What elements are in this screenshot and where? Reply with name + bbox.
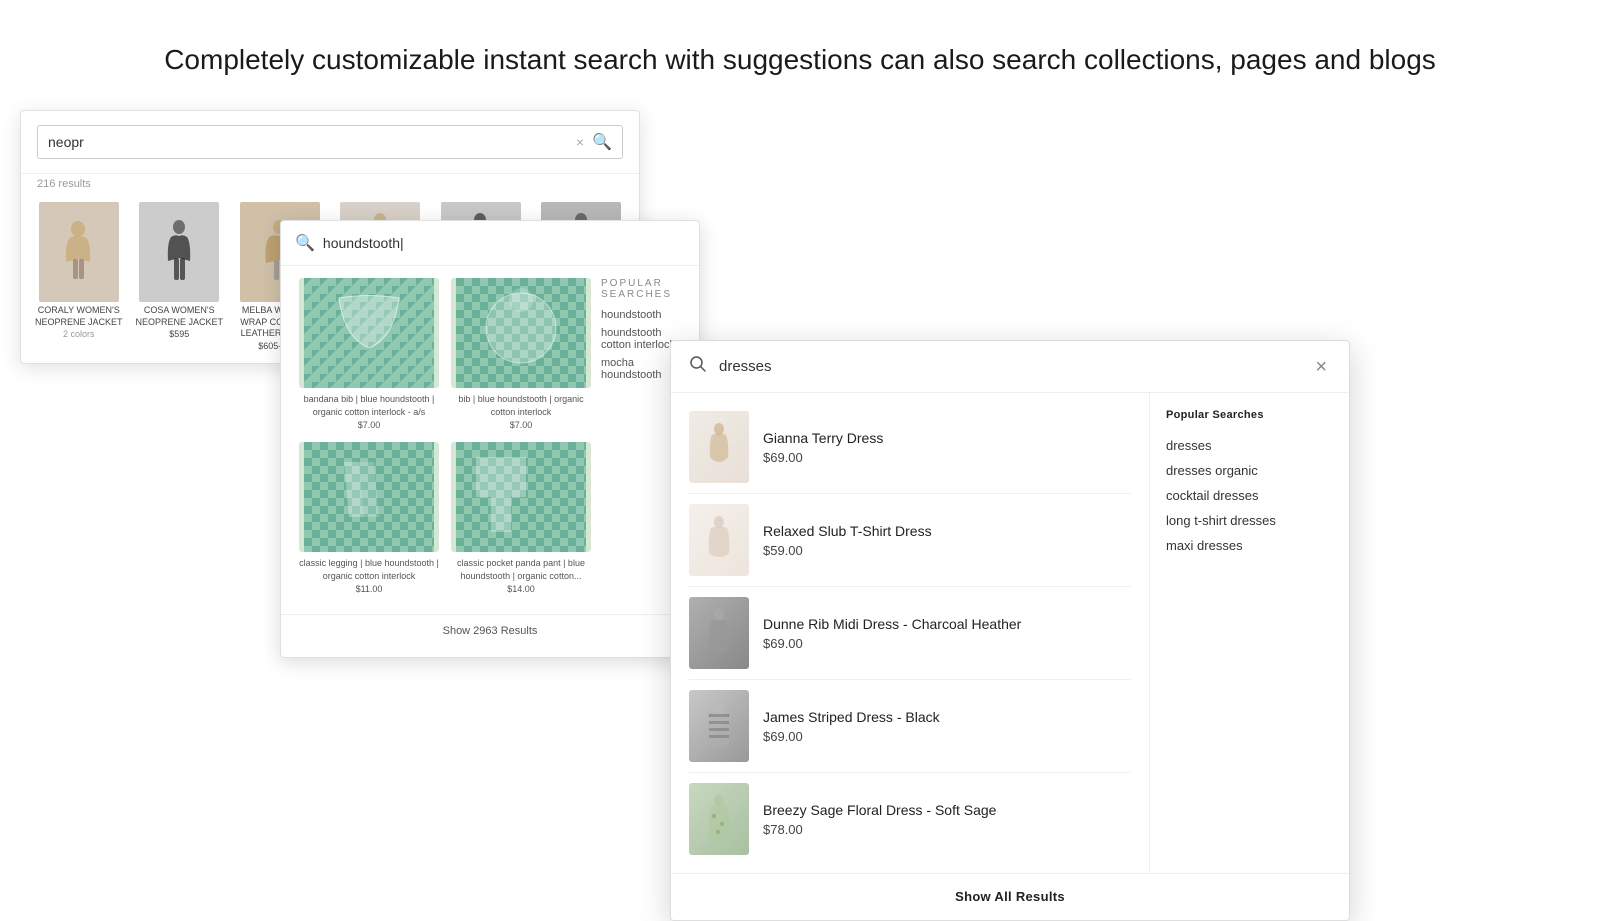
product-price: $69.00 <box>763 729 1131 744</box>
search-icon-bg1: 🔍 <box>592 132 612 152</box>
product-price: $69.00 <box>763 636 1131 651</box>
bg-query-1: neopr <box>48 134 84 150</box>
bg-query-2: houndstooth| <box>323 235 685 251</box>
product-info: Relaxed Slub T-Shirt Dress $59.00 <box>763 522 1131 558</box>
list-item: COSA WOMEN'S NEOPRENE JACKET $595 <box>130 198 230 355</box>
dress-icon <box>704 515 734 565</box>
product-image <box>456 442 586 552</box>
product-thumbnail <box>689 504 749 576</box>
list-item: bandana bib | blue houndstooth | organic… <box>299 278 439 430</box>
bg-search-header-2: 🔍 houndstooth| <box>281 221 699 266</box>
product-name: Relaxed Slub T-Shirt Dress <box>763 522 1131 540</box>
list-item: CORALY WOMEN'S NEOPRENE JACKET 2 colors <box>29 198 129 355</box>
product-info: Gianna Terry Dress $69.00 <box>763 429 1131 465</box>
product-info: James Striped Dress - Black $69.00 <box>763 708 1131 744</box>
product-thumbnail <box>689 411 749 483</box>
product-thumbnail <box>689 690 749 762</box>
show-all-button[interactable]: Show All Results <box>955 889 1065 904</box>
search-icon-main <box>689 355 707 378</box>
products-list: Gianna Terry Dress $69.00 Relaxed Slub T… <box>671 393 1149 873</box>
product-name: Breezy Sage Floral Dress - Soft Sage <box>763 801 1131 819</box>
bg-search-input-1: neopr × 🔍 <box>37 125 623 159</box>
product-info: Dunne Rib Midi Dress - Charcoal Heather … <box>763 615 1131 651</box>
popular-item: houndstooth <box>601 306 683 324</box>
search-footer: Show All Results <box>671 873 1349 920</box>
table-row[interactable]: Breezy Sage Floral Dress - Soft Sage $78… <box>671 773 1149 865</box>
dress-icon <box>704 794 734 844</box>
list-item: classic pocket panda pant | blue houndst… <box>451 442 591 594</box>
figure-icon <box>162 217 197 287</box>
close-icon: × <box>1315 356 1327 378</box>
search-body: Gianna Terry Dress $69.00 Relaxed Slub T… <box>671 393 1349 873</box>
suggestion-item-dresses-organic[interactable]: dresses organic <box>1166 458 1333 483</box>
product-info: Breezy Sage Floral Dress - Soft Sage $78… <box>763 801 1131 837</box>
suggestion-item-maxi[interactable]: maxi dresses <box>1166 533 1333 558</box>
suggestion-item-cocktail[interactable]: cocktail dresses <box>1166 483 1333 508</box>
clear-icon-bg1: × <box>576 134 584 150</box>
results-count-bg1: 216 results <box>21 174 639 198</box>
dress-icon <box>704 608 734 658</box>
close-button[interactable]: × <box>1311 357 1331 377</box>
figure-icon <box>61 217 96 287</box>
product-price: $78.00 <box>763 822 1131 837</box>
product-name: Dunne Rib Midi Dress - Charcoal Heather <box>763 615 1131 633</box>
table-row[interactable]: James Striped Dress - Black $69.00 <box>671 680 1149 772</box>
product-price: $59.00 <box>763 543 1131 558</box>
product-name: James Striped Dress - Black <box>763 708 1131 726</box>
suggestion-item-long-tshirt[interactable]: long t-shirt dresses <box>1166 508 1333 533</box>
bg-product-grid-2: bandana bib | blue houndstooth | organic… <box>287 266 591 606</box>
product-thumbnail <box>689 783 749 855</box>
product-image <box>304 278 434 388</box>
table-row[interactable]: Relaxed Slub T-Shirt Dress $59.00 <box>671 494 1149 586</box>
show-results-bg[interactable]: Show 2963 Results <box>281 614 699 647</box>
product-price: $69.00 <box>763 450 1131 465</box>
product-image <box>304 442 434 552</box>
table-row[interactable]: Gianna Terry Dress $69.00 <box>671 401 1149 493</box>
search-icon-bg2: 🔍 <box>295 233 315 253</box>
popular-searches-title: Popular Searches <box>1166 409 1333 421</box>
product-image <box>456 278 586 388</box>
product-thumbnail <box>689 597 749 669</box>
list-item: bib | blue houndstooth | organic cotton … <box>451 278 591 430</box>
dress-icon <box>704 701 734 751</box>
page-title: Completely customizable instant search w… <box>0 0 1600 99</box>
popular-title-bg: POPULAR SEARCHES <box>601 278 683 300</box>
main-search-panel: × Gianna Terry Dress $69.00 <box>670 340 1350 921</box>
product-name: Gianna Terry Dress <box>763 429 1131 447</box>
suggestions-panel: Popular Searches dresses dresses organic… <box>1149 393 1349 873</box>
search-input[interactable] <box>719 358 1299 375</box>
list-item: classic legging | blue houndstooth | org… <box>299 442 439 594</box>
suggestion-item-dresses[interactable]: dresses <box>1166 433 1333 458</box>
bg-search-card-2: 🔍 houndstooth| <box>280 220 700 658</box>
dress-icon <box>704 422 734 472</box>
table-row[interactable]: Dunne Rib Midi Dress - Charcoal Heather … <box>671 587 1149 679</box>
search-header: × <box>671 341 1349 393</box>
